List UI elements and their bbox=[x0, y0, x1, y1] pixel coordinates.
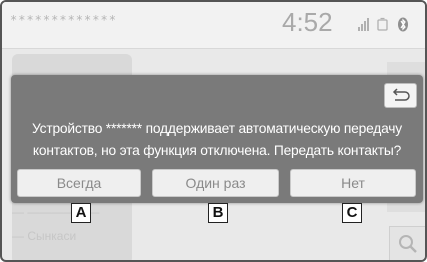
bluetooth-icon bbox=[398, 17, 408, 32]
callout-a: A bbox=[71, 203, 91, 223]
always-button[interactable]: Всегда bbox=[17, 169, 141, 197]
status-bar: ************* 4:52 bbox=[2, 2, 425, 49]
device-name-masked: ************* bbox=[10, 13, 117, 27]
dialog-message-line: контактов, но эта функция отключена. Пер… bbox=[32, 143, 402, 158]
callout-c: C bbox=[342, 203, 362, 223]
background-list-item: — Сынкаси bbox=[12, 229, 77, 243]
search-icon bbox=[399, 235, 417, 253]
callout-b: B bbox=[208, 203, 228, 223]
no-button[interactable]: Нет bbox=[290, 169, 416, 197]
transfer-contacts-dialog: Устройство ******* поддерживает автомати… bbox=[11, 75, 423, 203]
dialog-message: Устройство ******* поддерживает автомати… bbox=[17, 118, 417, 162]
battery-icon bbox=[377, 17, 388, 31]
clock: 4:52 bbox=[282, 7, 333, 37]
signal-bars-icon bbox=[358, 18, 369, 31]
status-icons bbox=[358, 17, 408, 32]
once-button[interactable]: Один раз bbox=[152, 169, 279, 197]
search-button[interactable] bbox=[389, 226, 425, 260]
back-button[interactable] bbox=[384, 83, 417, 108]
back-arrow-icon bbox=[392, 88, 410, 101]
dialog-message-line: Устройство ******* поддерживает автомати… bbox=[31, 121, 402, 136]
